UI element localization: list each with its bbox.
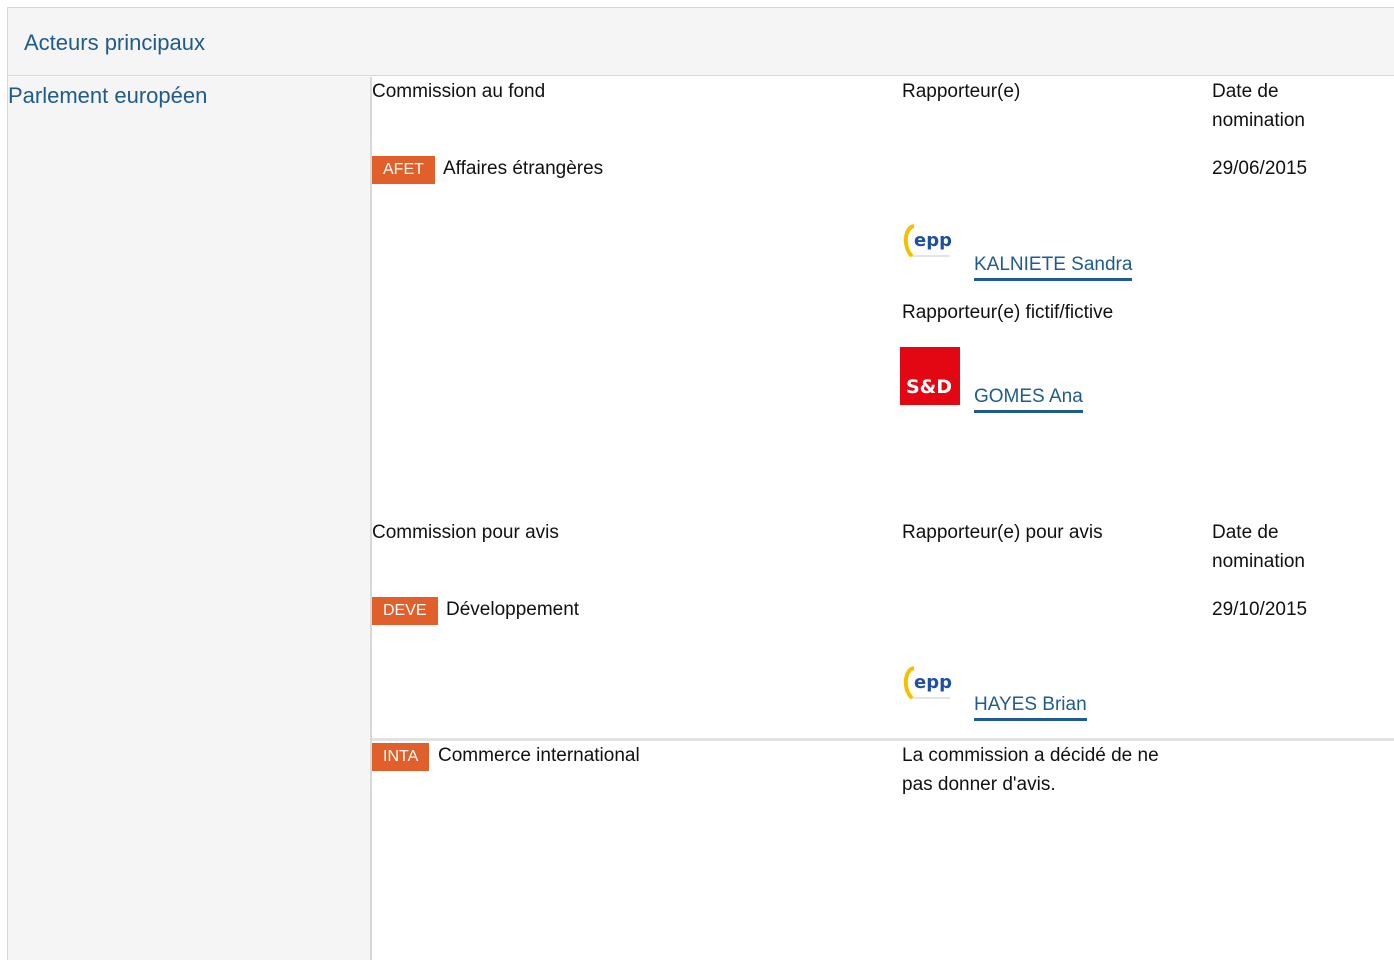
section-header: Acteurs principaux (8, 8, 1394, 76)
epp-logo-text: epp (914, 230, 952, 251)
opinion-committee-heading: Commission pour avis (372, 522, 559, 543)
committee-badge-deve[interactable]: DEVE (372, 597, 438, 625)
institution-column: Parlement européen (8, 77, 370, 960)
no-opinion-note-line2: pas donner d'avis. (902, 774, 1056, 795)
opinion-date-heading-line1: Date de (1212, 522, 1279, 543)
section-title: Acteurs principaux (24, 30, 205, 55)
lead-nomination-date: 29/06/2015 (1212, 158, 1308, 179)
lead-committee-heading: Commission au fond (372, 81, 546, 102)
sd-logo-text: S&D (906, 376, 952, 398)
opinion-date-heading-line2: nomination (1212, 551, 1305, 572)
shadow-rapporteur-heading: Rapporteur(e) fictif/fictive (902, 302, 1114, 323)
opinion-rapporteur-link-hayes[interactable]: HAYES Brian (974, 692, 1087, 721)
lead-committee-name: Affaires étrangères (443, 158, 604, 179)
lead-date-heading-line1: Date de (1212, 81, 1279, 102)
committee-badge-inta[interactable]: INTA (372, 743, 430, 771)
opinion-committee-name: Développement (446, 599, 580, 620)
committee-badge-afet[interactable]: AFET (372, 156, 435, 184)
shadow-rapporteur-link-gomes[interactable]: GOMES Ana (974, 384, 1083, 413)
opinion-nomination-date: 29/10/2015 (1212, 599, 1308, 620)
no-opinion-note-line1: La commission a décidé de ne (902, 745, 1159, 766)
epp-logo-icon: epp (900, 654, 960, 714)
opinion-rapporteur-heading: Rapporteur(e) pour avis (902, 522, 1103, 543)
institution-title: Parlement européen (8, 83, 208, 108)
lead-date-heading-line2: nomination (1212, 110, 1305, 131)
epp-logo-icon: epp (900, 212, 960, 272)
sd-logo-icon: S&D (900, 347, 960, 405)
rapporteur-link-kalniete[interactable]: KALNIETE Sandra (974, 252, 1133, 281)
no-opinion-committee-name: Commerce international (438, 745, 640, 766)
epp-logo-text: epp (914, 672, 952, 693)
lead-rapporteur-heading: Rapporteur(e) (902, 81, 1021, 102)
